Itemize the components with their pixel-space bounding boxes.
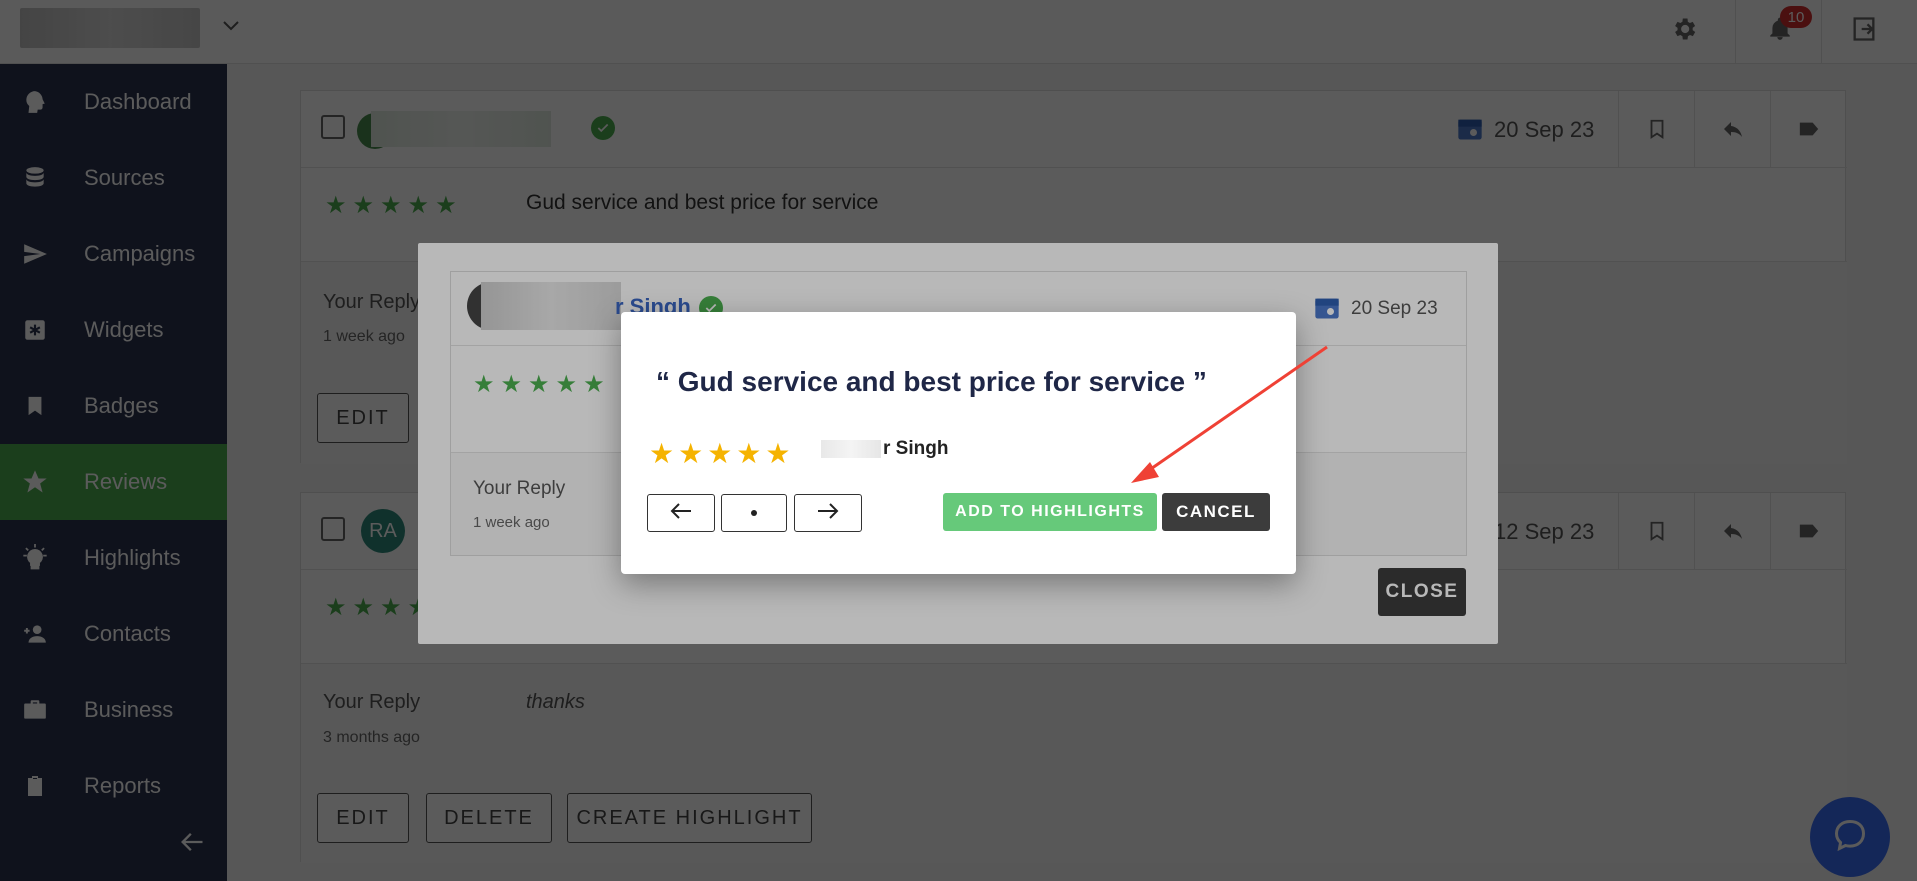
annotation-arrow bbox=[1131, 345, 1328, 483]
